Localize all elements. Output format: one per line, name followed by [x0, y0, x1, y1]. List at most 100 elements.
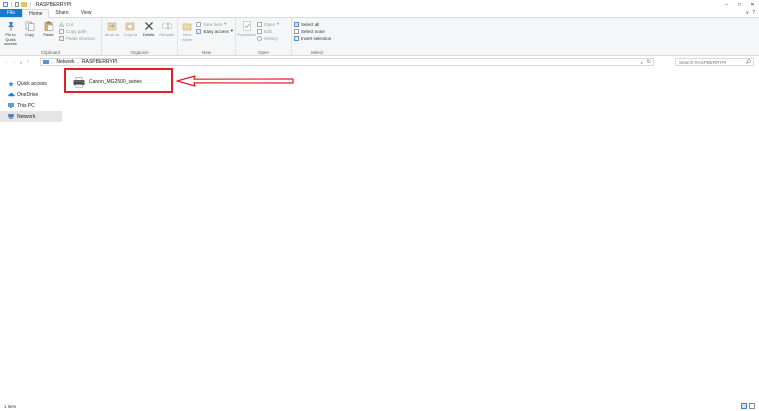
paste-shortcut-label: Paste shortcut: [66, 35, 95, 41]
file-list: Canon_MG2500_series: [62, 67, 759, 400]
select-all-button[interactable]: Select all: [294, 21, 331, 27]
search-icon[interactable]: [746, 59, 751, 67]
highlight-box: [64, 68, 173, 93]
cut-button[interactable]: Cut: [59, 21, 95, 27]
help-button[interactable]: ?: [752, 10, 755, 16]
copy-to-label: Copy to: [123, 32, 138, 37]
clipboard-small-buttons: Cut Copy path Paste shortcut: [59, 20, 95, 48]
select-small-buttons: Select all Select none Invert selection: [294, 20, 331, 48]
ribbon-tabs: File Home Share View ∨ ?: [0, 9, 759, 18]
select-group: Select all Select none Invert selection …: [292, 18, 342, 56]
search-placeholder: Search RASPBERRYPI: [679, 59, 727, 65]
copy-path-button[interactable]: Copy path: [59, 28, 95, 34]
chevron-down-icon: ▾: [224, 21, 227, 26]
tab-share[interactable]: Share: [49, 9, 74, 17]
new-item-icon: [196, 21, 202, 27]
collapse-ribbon-button[interactable]: ∨: [746, 10, 750, 16]
address-dropdown-button[interactable]: ∨: [640, 59, 643, 66]
maximize-button[interactable]: □: [733, 0, 746, 9]
copy-button[interactable]: Copy: [21, 20, 38, 48]
clipboard-group: Pin to Quick access Copy Paste Cut Copy …: [0, 18, 102, 56]
easy-access-label: Easy access: [203, 28, 229, 34]
select-group-label: Select: [310, 50, 324, 55]
organize-group: Move to Copy to Delete Rename Organize: [102, 18, 178, 56]
properties-label: Properties: [237, 32, 256, 37]
refresh-button[interactable]: ↻: [647, 59, 651, 66]
tab-file[interactable]: File: [0, 9, 23, 17]
back-button[interactable]: ←: [2, 59, 10, 65]
copy-label: Copy: [24, 32, 35, 37]
quick-access-toolbar: [0, 0, 32, 9]
forward-button[interactable]: →: [10, 59, 18, 65]
minimize-button[interactable]: –: [720, 0, 733, 9]
properties-icon[interactable]: [15, 2, 19, 7]
nav-item-label: Network: [17, 113, 36, 120]
paste-button[interactable]: Paste: [40, 20, 57, 48]
ribbon-options: ∨ ?: [746, 10, 755, 16]
window-title: RASPBERRYPI: [36, 1, 72, 8]
title-bar: RASPBERRYPI – □ ✕: [0, 0, 759, 9]
rename-label: Rename: [159, 32, 175, 37]
select-none-label: Select none: [301, 28, 325, 34]
open-small-buttons: Open ▾ Edit History: [257, 20, 279, 48]
breadcrumb-separator: ›: [77, 59, 80, 65]
select-none-icon: [294, 28, 299, 34]
scissors-icon: [59, 21, 64, 27]
edit-button[interactable]: Edit: [257, 28, 279, 34]
new-folder-button[interactable]: New folder: [180, 20, 194, 48]
new-item-button[interactable]: New item ▾: [196, 21, 233, 27]
pin-to-quick-access-button[interactable]: Pin to Quick access: [2, 20, 19, 48]
open-group: Properties Open ▾ Edit History Open: [236, 18, 292, 56]
rename-button[interactable]: Rename: [159, 20, 175, 48]
address-bar[interactable]: › Network › RASPBERRYPI ∨ ↻: [40, 58, 654, 66]
organize-group-label: Organize: [130, 50, 149, 55]
copy-path-label: Copy path: [66, 28, 87, 34]
properties-button[interactable]: Properties: [237, 20, 256, 48]
close-button[interactable]: ✕: [746, 0, 759, 9]
star-icon: [8, 81, 14, 87]
new-folder-icon[interactable]: [21, 2, 27, 7]
copy-to-button[interactable]: Copy to: [122, 20, 138, 48]
easy-access-button[interactable]: Easy access ▾: [196, 28, 233, 34]
cut-label: Cut: [66, 21, 74, 27]
open-button[interactable]: Open ▾: [257, 21, 279, 27]
new-item-label: New item: [203, 21, 223, 27]
address-row: ← → ∨ ↑ › Network › RASPBERRYPI ∨ ↻ Sear…: [0, 57, 759, 67]
search-input[interactable]: Search RASPBERRYPI: [675, 58, 754, 66]
computer-icon: [8, 103, 14, 108]
paste-shortcut-button[interactable]: Paste shortcut: [59, 35, 95, 41]
large-icons-view-button[interactable]: [749, 403, 755, 409]
nav-item-label: This PC: [17, 102, 35, 109]
details-view-button[interactable]: [741, 403, 747, 409]
up-button[interactable]: ↑: [24, 59, 32, 65]
clipboard-group-label: Clipboard: [40, 50, 61, 55]
new-folder-icon: [182, 20, 193, 31]
breadcrumb-raspberrypi[interactable]: RASPBERRYPI: [82, 59, 117, 65]
tab-home[interactable]: Home: [22, 9, 50, 18]
open-group-label: Open: [257, 50, 269, 55]
nav-item-onedrive[interactable]: OneDrive: [0, 89, 62, 100]
invert-selection-button[interactable]: Invert selection: [294, 35, 331, 41]
status-bar: 1 item: [0, 401, 759, 411]
tab-view[interactable]: View: [75, 9, 98, 17]
nav-item-quick-access[interactable]: Quick access: [0, 78, 62, 89]
chevron-down-icon: ▾: [277, 21, 280, 26]
window-icon[interactable]: [3, 2, 8, 7]
item-count: 1 item: [4, 403, 17, 409]
breadcrumb-separator: ›: [52, 59, 54, 65]
delete-label: Delete: [142, 32, 155, 37]
paste-icon: [43, 20, 54, 31]
history-button[interactable]: History: [257, 35, 279, 41]
copy-path-icon: [59, 28, 64, 34]
easy-access-icon: [196, 28, 202, 34]
select-all-icon: [294, 21, 299, 27]
navigation-pane: Quick access OneDrive This PC Network: [0, 70, 62, 400]
nav-item-this-pc[interactable]: This PC: [0, 100, 62, 111]
move-to-label: Move to: [105, 32, 120, 37]
invert-selection-label: Invert selection: [301, 35, 332, 41]
delete-button[interactable]: Delete: [141, 20, 157, 48]
select-none-button[interactable]: Select none: [294, 28, 331, 34]
move-to-button[interactable]: Move to: [104, 20, 120, 48]
breadcrumb-network[interactable]: Network: [56, 59, 74, 65]
nav-item-network[interactable]: Network: [0, 111, 62, 122]
